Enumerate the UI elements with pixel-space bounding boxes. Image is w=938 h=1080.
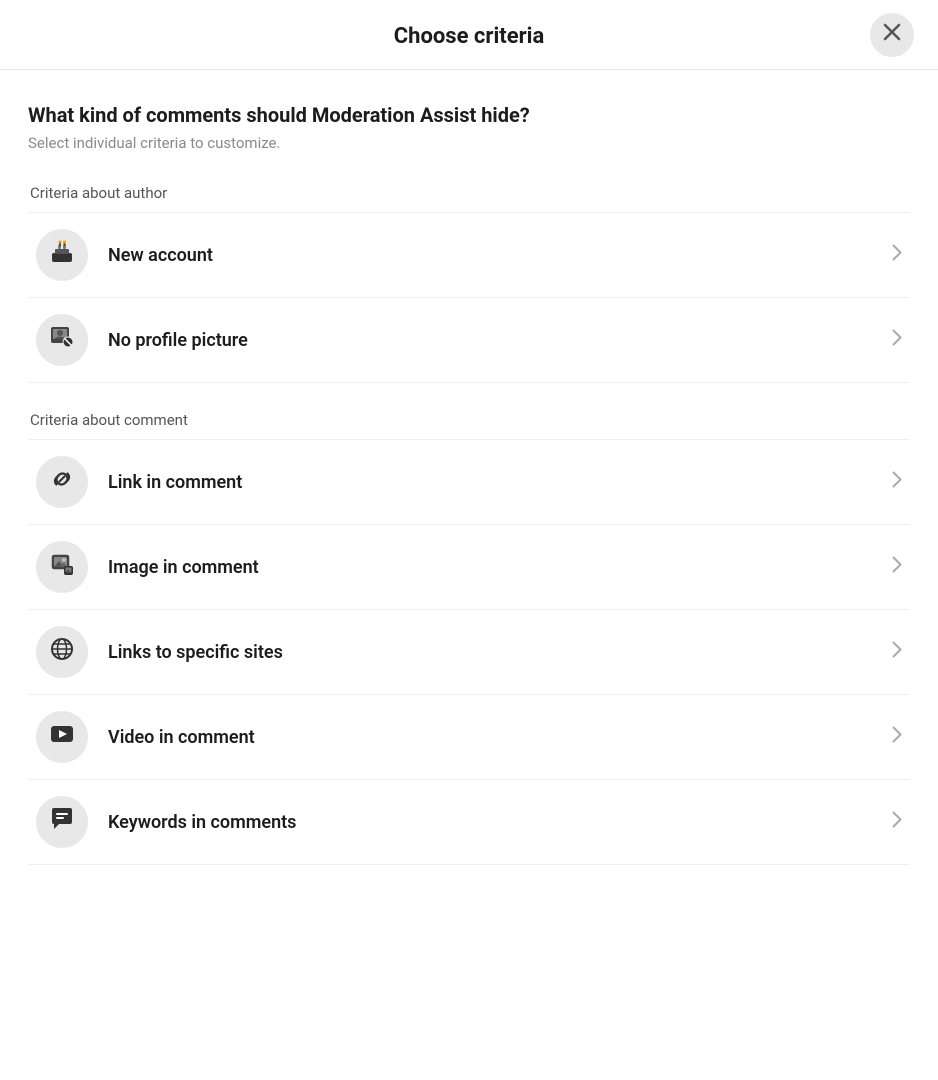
globe-icon-container <box>36 626 88 678</box>
criteria-item-video-in-comment[interactable]: Video in comment <box>28 695 910 780</box>
chevron-icon-new-account <box>892 244 902 266</box>
comment-section-label: Criteria about comment <box>28 411 910 429</box>
author-section-label: Criteria about author <box>28 184 910 202</box>
modal-container: Choose criteria What kind of comments sh… <box>0 0 938 921</box>
criteria-item-image-in-comment[interactable]: Image in comment <box>28 525 910 610</box>
image-icon <box>49 551 75 583</box>
no-profile-picture-label: No profile picture <box>108 330 884 351</box>
no-profile-icon <box>49 324 75 356</box>
modal-title: Choose criteria <box>394 24 545 49</box>
criteria-item-link-in-comment[interactable]: Link in comment <box>28 439 910 525</box>
new-account-icon-container <box>36 229 88 281</box>
no-profile-picture-icon-container <box>36 314 88 366</box>
keywords-in-comments-label: Keywords in comments <box>108 812 884 833</box>
modal-content: What kind of comments should Moderation … <box>0 70 938 921</box>
chevron-icon-link <box>892 471 902 493</box>
sub-text: Select individual criteria to customize. <box>28 134 910 152</box>
links-to-specific-sites-label: Links to specific sites <box>108 642 884 663</box>
globe-icon <box>49 636 75 668</box>
chevron-icon-image <box>892 556 902 578</box>
criteria-item-no-profile-picture[interactable]: No profile picture <box>28 298 910 383</box>
link-in-comment-label: Link in comment <box>108 472 884 493</box>
new-account-label: New account <box>108 245 884 266</box>
image-in-comment-label: Image in comment <box>108 557 884 578</box>
link-icon <box>49 466 75 498</box>
link-icon-container <box>36 456 88 508</box>
cake-icon <box>49 239 75 271</box>
criteria-item-links-to-specific-sites[interactable]: Links to specific sites <box>28 610 910 695</box>
close-button[interactable] <box>870 13 914 57</box>
keywords-icon-container <box>36 796 88 848</box>
chevron-icon-sites <box>892 641 902 663</box>
video-icon-container <box>36 711 88 763</box>
comment-criteria-list: Link in comment <box>28 439 910 865</box>
criteria-item-keywords-in-comments[interactable]: Keywords in comments <box>28 780 910 865</box>
chevron-icon-no-profile <box>892 329 902 351</box>
chevron-icon-keywords <box>892 811 902 833</box>
criteria-item-new-account[interactable]: New account <box>28 212 910 298</box>
author-criteria-list: New account <box>28 212 910 383</box>
image-icon-container <box>36 541 88 593</box>
keywords-icon <box>49 806 75 838</box>
video-icon <box>49 721 75 753</box>
modal-header: Choose criteria <box>0 0 938 70</box>
video-in-comment-label: Video in comment <box>108 727 884 748</box>
chevron-icon-video <box>892 726 902 748</box>
main-question: What kind of comments should Moderation … <box>28 102 910 128</box>
close-icon <box>883 23 901 46</box>
